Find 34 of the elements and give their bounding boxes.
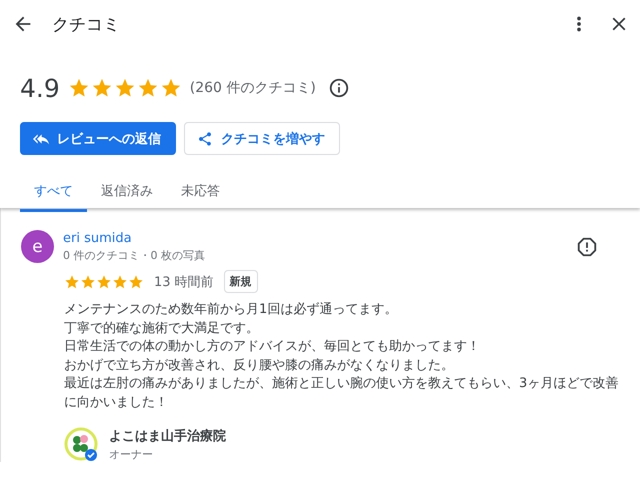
star-icon — [90, 77, 113, 99]
tab[interactable]: すべて — [20, 179, 87, 212]
review-count: (260 件のクチコミ) — [190, 79, 316, 97]
info-icon[interactable] — [328, 77, 350, 99]
reply-button[interactable]: レビューへの返信 — [20, 122, 176, 155]
star-icon — [114, 77, 136, 99]
reviewer-stats: 0 件のクチコミ・0 枚の写真 — [63, 248, 206, 263]
rating-value: 4.9 — [20, 74, 60, 102]
tab[interactable]: 未応答 — [167, 179, 234, 212]
star-icon — [64, 274, 80, 290]
review-text-line: おかげで立ち方が改善され、反り腰や膝の痛みがなくなりました。 — [64, 356, 455, 375]
review-text-line: 日常生活での体の動かし方のアドバイスが、毎回とても助かってます！ — [64, 338, 481, 356]
star-icon — [68, 77, 90, 99]
review-text-line: 丁寧で的確な施術で大満足です。 — [64, 320, 260, 338]
new-badge: 新規 — [224, 270, 258, 293]
owner-name: よこはま山手治療院 — [109, 428, 226, 445]
review-text-line: 最近は左肘の痛みがありましたが、施術と正しい腕の使い方を教えてもらい、3ヶ月ほどで改善に向かいました！ — [64, 375, 620, 412]
star-icon — [128, 274, 144, 290]
review-time: 13 時間前 — [154, 274, 214, 290]
star-icon — [160, 77, 182, 99]
star-icon — [96, 274, 112, 290]
tab[interactable]: 返信済み — [87, 179, 167, 212]
reviewer-name[interactable]: eri sumida — [63, 231, 567, 246]
review-text-line: メンテナンスのため数年前から月1回は必ず通ってます。 — [64, 301, 398, 319]
share-button[interactable]: クチコミを増やす — [184, 122, 340, 155]
share-icon — [197, 130, 213, 146]
owner-logo-icon — [64, 427, 98, 462]
report-icon[interactable] — [576, 236, 598, 258]
owner-role: オーナー — [109, 446, 154, 462]
user-avatar[interactable]: e — [21, 230, 54, 263]
star-icon — [80, 274, 96, 290]
star-icon — [136, 77, 159, 99]
page-title: クチコミ — [52, 14, 121, 36]
star-icon — [112, 274, 128, 290]
